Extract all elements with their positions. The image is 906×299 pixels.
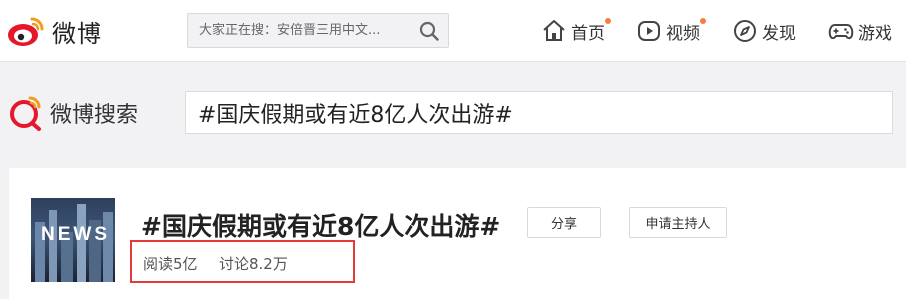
nav-discover[interactable]: 发现: [732, 16, 796, 46]
nav-video[interactable]: 视频: [636, 16, 706, 46]
nav-discover-label: 发现: [762, 23, 796, 44]
top-search-box: [187, 13, 449, 48]
nav-games-label: 游戏: [858, 23, 892, 44]
weibo-search-logo[interactable]: 微博搜索: [8, 93, 138, 133]
thumbnail-building: [49, 210, 57, 282]
nav-home-label: 首页: [571, 23, 605, 44]
home-badge: [605, 18, 611, 24]
nav-games[interactable]: 游戏: [828, 16, 892, 46]
topic-thumbnail[interactable]: NEWS: [31, 198, 115, 282]
gamepad-icon: [828, 24, 854, 40]
topic-title: #国庆假期或有近8亿人次出游#: [141, 212, 501, 241]
home-icon: [543, 20, 565, 41]
apply-host-button[interactable]: 申请主持人: [629, 207, 727, 238]
top-search-input[interactable]: [188, 14, 413, 47]
weibo-search-label: 微博搜索: [50, 103, 139, 128]
video-icon: [638, 21, 660, 41]
weibo-logo[interactable]: 微博: [6, 9, 106, 53]
weibo-logo-text: 微博: [52, 19, 102, 48]
nav-home[interactable]: 首页: [541, 16, 611, 46]
video-badge: [700, 18, 706, 24]
thumbnail-news-text: NEWS: [41, 224, 110, 245]
main-search-input[interactable]: [186, 92, 892, 133]
discussion-count: 讨论8.2万: [219, 255, 288, 273]
weibo-eye-icon: [8, 17, 44, 46]
main-search-box: [185, 91, 893, 134]
nav-video-label: 视频: [666, 23, 700, 44]
share-button[interactable]: 分享: [527, 207, 601, 238]
search-magnifier-icon: [10, 96, 41, 131]
read-count: 阅读5亿: [143, 255, 198, 273]
compass-icon: [734, 20, 756, 42]
top-navbar: 微博 首页 视频 发现: [0, 0, 906, 62]
search-icon[interactable]: [418, 20, 440, 42]
thumbnail-building: [103, 212, 113, 282]
